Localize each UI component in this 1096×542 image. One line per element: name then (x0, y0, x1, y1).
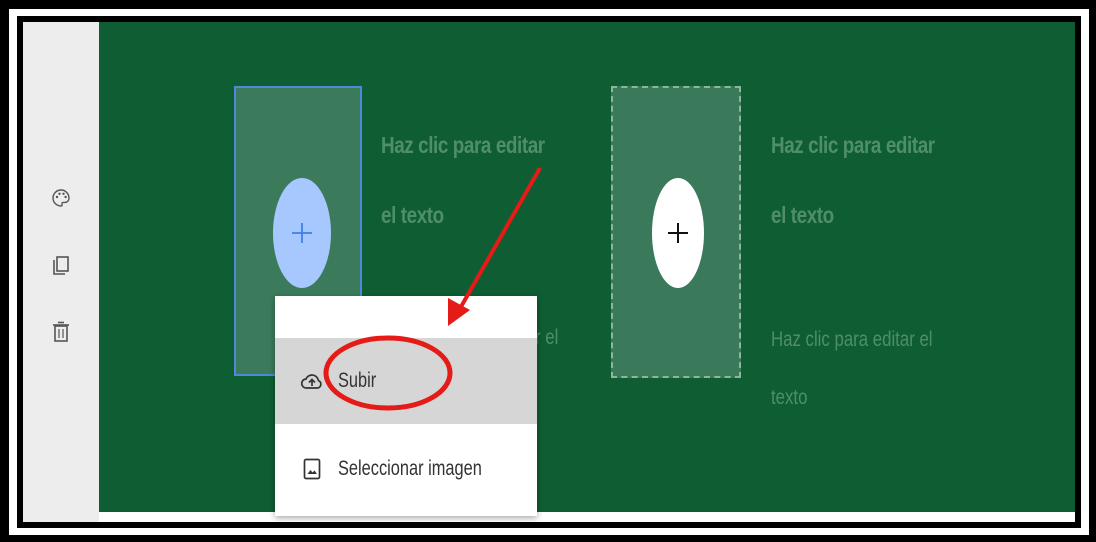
add-image-button-2[interactable] (652, 178, 704, 288)
image-source-menu: Subir Seleccionar imagen (275, 296, 537, 516)
menu-item-select-image[interactable]: Seleccionar imagen (275, 426, 537, 512)
duplicate-icon[interactable] (49, 254, 73, 278)
plus-icon (668, 223, 688, 243)
menu-item-upload[interactable]: Subir (275, 338, 537, 424)
menu-item-label: Seleccionar imagen (338, 457, 482, 480)
upload-cloud-icon (300, 369, 324, 393)
trash-icon[interactable] (49, 320, 73, 344)
add-image-button-1[interactable] (273, 178, 331, 288)
editor-canvas: Haz clic para editar el texto r el Haz c… (23, 22, 1075, 522)
slide-section: Haz clic para editar el texto r el Haz c… (99, 22, 1075, 512)
palette-icon[interactable] (49, 186, 73, 210)
canvas-bottom-edge (99, 512, 1075, 522)
image-placeholder-2[interactable] (611, 86, 741, 378)
slot2-body-line1[interactable]: Haz clic para editar el (771, 328, 933, 352)
slot1-title-line1[interactable]: Haz clic para editar (381, 132, 545, 159)
image-icon (300, 457, 324, 481)
slot2-body-line2[interactable]: texto (771, 386, 807, 410)
slot2-title-line2[interactable]: el texto (771, 202, 834, 229)
menu-item-label: Subir (338, 369, 377, 392)
slot2-title-line1[interactable]: Haz clic para editar (771, 132, 935, 159)
slot1-title-line2[interactable]: el texto (381, 202, 444, 229)
slot1-body-text[interactable]: r el (535, 326, 558, 350)
plus-icon (292, 223, 312, 243)
section-toolbar (23, 22, 99, 522)
